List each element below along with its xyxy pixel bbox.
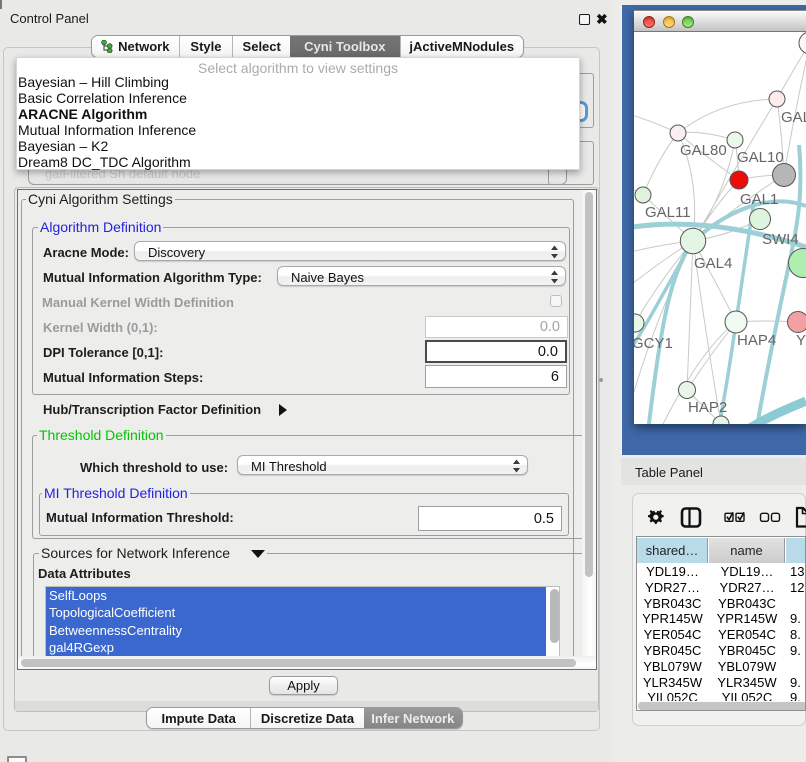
svg-text:Y: Y: [796, 332, 806, 349]
svg-text:HAP2: HAP2: [688, 399, 727, 416]
svg-text:SWI4: SWI4: [762, 231, 799, 248]
svg-text:GAL7: GAL7: [781, 109, 806, 126]
svg-text:GAL1: GAL1: [740, 191, 778, 208]
svg-text:GCY1: GCY1: [634, 335, 673, 352]
svg-text:GAL80: GAL80: [680, 142, 727, 159]
svg-text:GAL11: GAL11: [645, 204, 691, 221]
svg-text:GAL4: GAL4: [694, 255, 732, 272]
svg-text:HAP4: HAP4: [737, 332, 776, 349]
svg-text:GAL10: GAL10: [737, 149, 784, 166]
